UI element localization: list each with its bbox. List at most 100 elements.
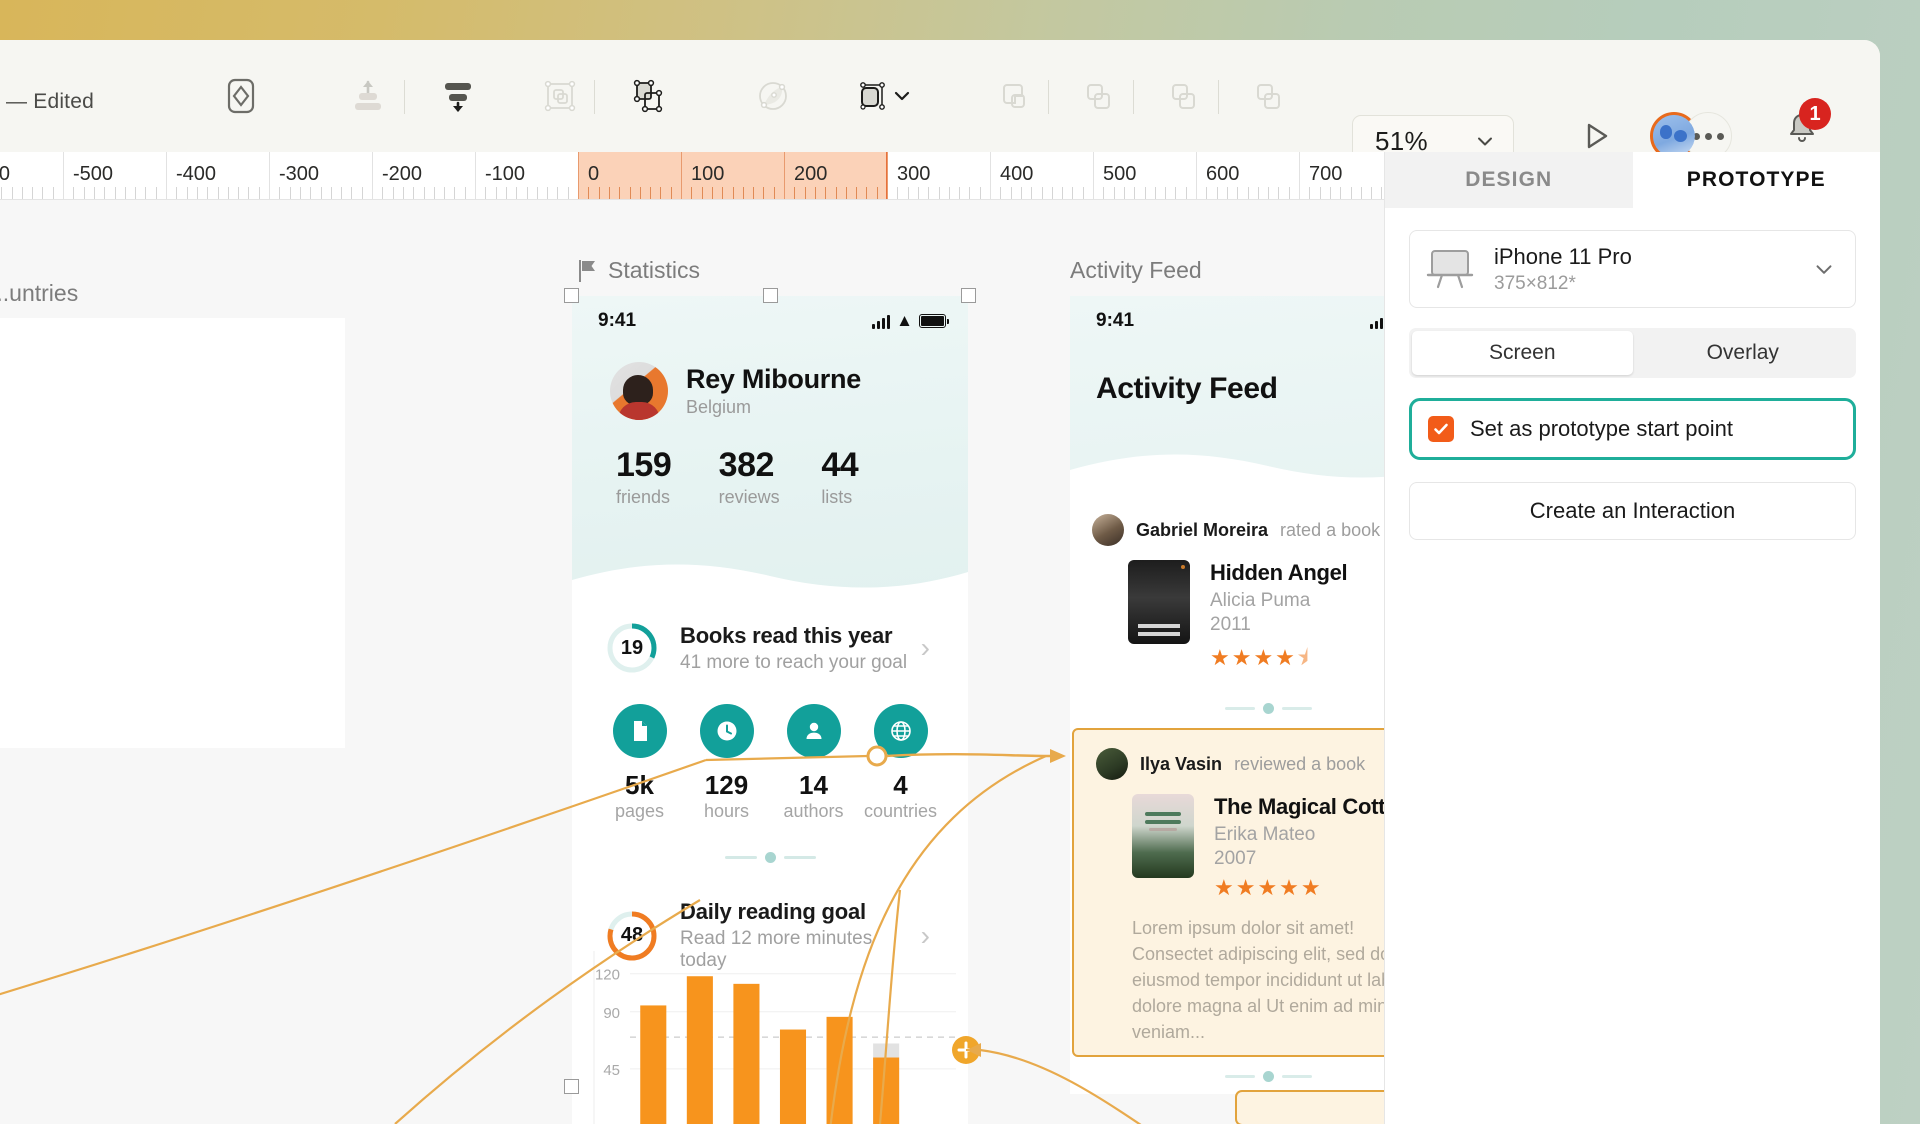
ruler-major-tick bbox=[1196, 152, 1197, 199]
chart-y-tick-label: 45 bbox=[603, 1062, 620, 1079]
create-interaction-button[interactable]: Create an Interaction bbox=[1409, 482, 1856, 540]
books-goal-title: Books read this year bbox=[680, 622, 893, 648]
ruler-minor-tick bbox=[753, 187, 755, 199]
design-canvas[interactable]: ...untries Statistics Activity Feed 9:41 bbox=[0, 200, 1384, 1124]
exclude-icon[interactable] bbox=[1240, 68, 1296, 124]
ruler-minor-tick bbox=[155, 187, 157, 199]
boolean-ellipse-icon[interactable] bbox=[745, 68, 801, 124]
selection-handle-tl[interactable] bbox=[564, 288, 579, 303]
ruler-major-tick bbox=[475, 152, 476, 199]
person-icon bbox=[786, 704, 841, 758]
ruler-minor-tick bbox=[722, 187, 724, 199]
ruler-minor-tick bbox=[176, 187, 178, 199]
status-indicators: ▲ bbox=[1370, 311, 1384, 331]
frame-label-statistics-row[interactable]: Statistics bbox=[578, 257, 700, 284]
ruler-minor-tick bbox=[505, 187, 507, 199]
metric-authors[interactable]: 14 authors bbox=[770, 704, 857, 822]
metric-label: countries bbox=[863, 801, 938, 821]
ruler-minor-tick bbox=[196, 187, 198, 199]
chevron-down-icon[interactable] bbox=[890, 84, 914, 113]
union-icon[interactable] bbox=[985, 68, 1041, 124]
ruler-minor-tick bbox=[1020, 187, 1022, 199]
toolbar-divider-2 bbox=[594, 80, 595, 114]
tab-design[interactable]: DESIGN bbox=[1385, 152, 1633, 208]
phone-frame-activity-feed[interactable]: 9:41 ▲ Activity Feed bbox=[1070, 296, 1384, 1124]
stat-value: 44 bbox=[821, 446, 859, 484]
tab-prototype[interactable]: PROTOTYPE bbox=[1632, 152, 1880, 208]
intersect-icon[interactable] bbox=[1155, 68, 1211, 124]
start-point-checkbox[interactable] bbox=[1428, 416, 1454, 442]
align-top-icon[interactable] bbox=[340, 68, 396, 124]
books-progress-ring: 19 bbox=[606, 622, 658, 674]
chart-bar bbox=[873, 1057, 900, 1124]
ruler-minor-tick bbox=[289, 187, 291, 199]
metric-pages[interactable]: 5k pages bbox=[596, 704, 683, 822]
metrics-row: 5k pages 129 hours 14 authors 4 countrie… bbox=[572, 674, 968, 822]
ruler-minor-tick bbox=[814, 187, 816, 199]
books-ring-value: 19 bbox=[620, 636, 644, 659]
ruler-minor-tick bbox=[928, 187, 930, 199]
device-icon bbox=[1426, 250, 1474, 289]
phone-frame-statistics[interactable]: 9:41 ▲ Rey Mibourne Belgium 159 friends … bbox=[572, 296, 968, 1124]
stat-value: 159 bbox=[616, 446, 672, 484]
chart-bar bbox=[686, 976, 713, 1124]
status-time: 9:41 bbox=[598, 310, 637, 331]
ruler-major-tick bbox=[578, 152, 579, 199]
selection-handle-tc[interactable] bbox=[763, 288, 778, 303]
ruler-minor-tick bbox=[145, 187, 147, 199]
frame-selection-icon[interactable] bbox=[532, 68, 588, 124]
metric-hours[interactable]: 129 hours bbox=[683, 704, 770, 822]
ruler-label: -300 bbox=[279, 163, 320, 185]
cellular-signal-icon bbox=[872, 314, 891, 329]
ruler-minor-tick bbox=[619, 187, 621, 199]
status-bar: 9:41 ▲ bbox=[1070, 296, 1384, 332]
ruler-minor-tick bbox=[773, 187, 775, 199]
frame-countries[interactable] bbox=[0, 318, 345, 748]
selection-handle-tr[interactable] bbox=[961, 288, 976, 303]
start-point-label: Set as prototype start point bbox=[1470, 416, 1733, 441]
right-panel: DESIGN PROTOTYPE iPhone 11 Pro 375×812* bbox=[1384, 152, 1880, 1124]
device-selector[interactable]: iPhone 11 Pro 375×812* bbox=[1409, 230, 1856, 308]
chevron-down-icon[interactable] bbox=[1811, 256, 1837, 282]
metric-countries[interactable]: 4 countries bbox=[857, 704, 944, 822]
file-status-label: — Edited bbox=[6, 90, 94, 113]
chart-y-tick-label: 120 bbox=[595, 967, 620, 984]
segment-screen[interactable]: Screen bbox=[1412, 331, 1633, 375]
ruler-minor-tick bbox=[588, 187, 590, 199]
ruler-minor-tick bbox=[1082, 187, 1084, 199]
ruler-minor-tick bbox=[1381, 187, 1383, 199]
carousel-pager[interactable] bbox=[572, 822, 968, 863]
frame-label-countries[interactable]: ...untries bbox=[0, 280, 78, 307]
distribute-vertical-icon[interactable] bbox=[430, 68, 486, 124]
profile-name: Rey Mibourne bbox=[686, 364, 861, 394]
ruler-minor-tick bbox=[1113, 187, 1115, 199]
ruler-major-tick bbox=[269, 152, 270, 199]
ruler-minor-tick bbox=[567, 187, 569, 199]
segment-overlay[interactable]: Overlay bbox=[1633, 331, 1854, 375]
books-read-goal-row[interactable]: 19 Books read this year 41 more to reach… bbox=[572, 596, 968, 674]
mask-icon[interactable] bbox=[620, 68, 676, 124]
selection-handle-bl[interactable] bbox=[564, 1079, 579, 1094]
device-name: iPhone 11 Pro bbox=[1494, 243, 1632, 269]
chart-bar bbox=[733, 983, 760, 1124]
screen-overlay-segmented-control[interactable]: Screen Overlay bbox=[1409, 328, 1856, 378]
ruler-minor-tick bbox=[11, 187, 13, 199]
profile-row: Rey Mibourne Belgium bbox=[572, 332, 968, 420]
feed-item-2[interactable]: Ilya Vasin reviewed a book The Magical C… bbox=[1072, 728, 1384, 1058]
component-icon[interactable] bbox=[213, 68, 269, 124]
book-cover bbox=[1128, 560, 1190, 644]
prototype-start-point-row[interactable]: Set as prototype start point bbox=[1409, 398, 1856, 460]
subtract-icon[interactable] bbox=[1070, 68, 1126, 124]
chevron-right-icon[interactable]: › bbox=[921, 920, 930, 952]
horizontal-ruler[interactable]: -600 -500 -400 -300 -200 -100 0 100 200 300 400 500… bbox=[0, 152, 1384, 200]
chevron-right-icon[interactable]: › bbox=[921, 632, 930, 664]
page-icon bbox=[612, 704, 667, 758]
clock-icon bbox=[699, 704, 754, 758]
feed-item-4-partial[interactable] bbox=[1235, 1090, 1384, 1124]
frame-label-activity-feed[interactable]: Activity Feed bbox=[1070, 257, 1202, 284]
metric-value: 14 bbox=[799, 770, 828, 800]
ruler-minor-tick bbox=[52, 187, 54, 199]
notifications-button[interactable]: 1 bbox=[1775, 98, 1831, 156]
feed-item-1[interactable]: Gabriel Moreira rated a book Hidden Ange… bbox=[1070, 486, 1384, 689]
ruler-label: 300 bbox=[897, 163, 931, 185]
